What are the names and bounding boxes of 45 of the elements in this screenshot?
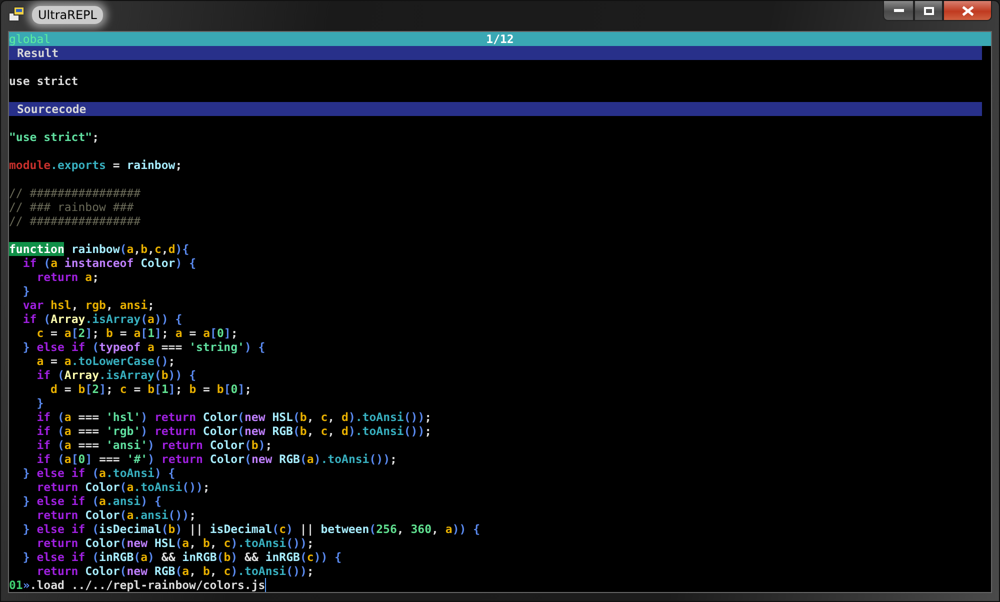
code-line: return Color(a.ansi()); [36,508,198,522]
code-line: c = a[2]; b = a[1]; a = a[0]; [36,326,239,340]
code-line: if (Array.isArray(b)) { [36,368,197,382]
maximize-icon [924,6,934,14]
code-line: return Color(new HSL(a, b, c).toAnsi()); [36,536,315,550]
window-title: UltraREPL [32,6,103,24]
code-line: // ################ [9,186,142,200]
code-line: var hsl, rgb, ansi; [22,298,156,312]
prompt-marker: » [22,578,30,592]
code-line: function rainbow(a,b,c,d){ [9,242,190,256]
code-line: if (a === 'rgb') return Color(new RGB(b, c, d).toAnsi()); [36,424,433,438]
section-header: Sourcecode [9,102,982,116]
code-line: if (a === 'hsl') return Color(new HSL(b, c, d).toAnsi()); [36,410,433,424]
close-button[interactable] [943,1,992,21]
maximize-button[interactable] [914,1,943,21]
code-line: } else if (isDecimal(b) || isDecimal(c) || between(256, 360, a)) { [22,522,482,536]
code-line: if (a[0] === '#') return Color(new RGB(a).toAnsi()); [36,452,398,466]
code-line: if (a instanceof Color) { [22,256,197,270]
code-line: } else if (inRGB(a) && inRGB(b) && inRGB(c)) { [22,550,343,564]
code-line: } else if (typeof a === 'string') { [22,340,266,354]
minimize-icon [894,8,904,12]
code-line: } [22,284,31,298]
code-line: a = a.toLowerCase(); [36,354,176,368]
prompt-number: 01 [9,578,23,592]
context-label: global [9,32,52,46]
code-line: } else if (a.ansi) { [22,494,162,508]
code-line: d = b[2]; c = b[1]; b = b[0]; [50,382,253,396]
page-indicator: 1/12 [486,32,514,46]
code-line: // ### rainbow ### [9,200,135,214]
code-line: if (a === 'ansi') return Color(b); [36,438,274,452]
code-line: return a; [36,270,100,284]
minimize-button[interactable] [883,1,914,21]
code-line: } else if (a.toAnsi) { [22,466,176,480]
close-icon [962,6,974,16]
command-input[interactable]: .load ../../repl-rainbow/colors.js [30,578,266,592]
code-line: // ################ [9,214,142,228]
code-line: "use strict"; [9,130,100,144]
code-line: } [36,396,45,410]
app-icon [8,5,26,23]
section-header: Result [9,46,982,60]
code-line: return Color(new RGB(a, b, c).toAnsi()); [36,564,315,578]
code-line: module.exports = rainbow; [9,158,184,172]
output-text: use strict [9,74,80,88]
code-line: if (Array.isArray(a)) { [22,312,184,326]
code-line: return Color(a.toAnsi()); [36,480,211,494]
